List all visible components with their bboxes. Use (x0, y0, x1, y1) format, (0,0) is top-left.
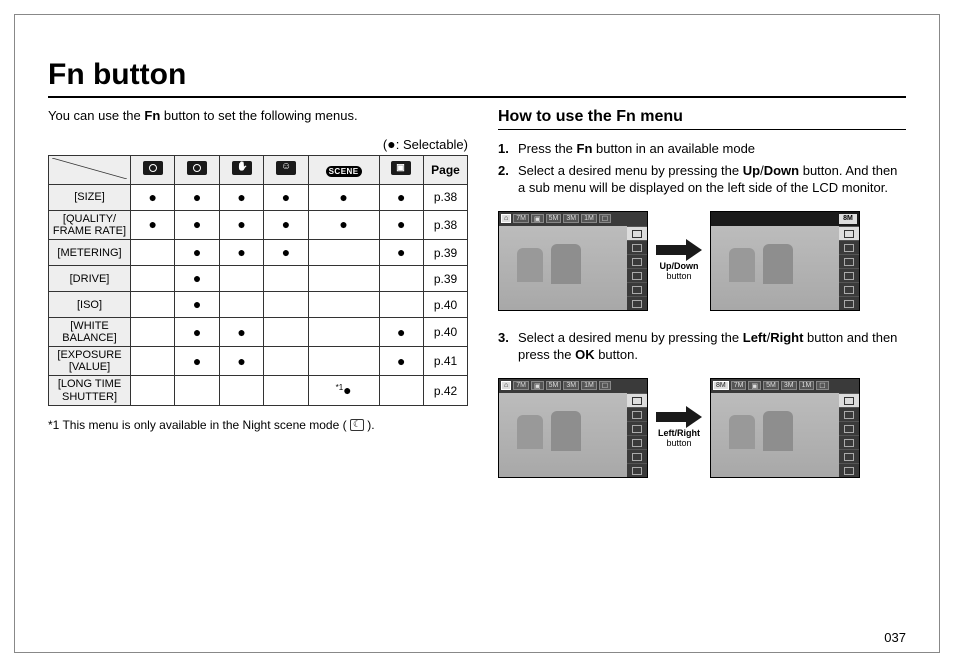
lcd-top-item: ☐ (816, 381, 828, 390)
dis-icon (232, 161, 252, 175)
lcd-top-item: ⌂ (501, 214, 511, 223)
lcd-photo (711, 226, 839, 310)
lcd-corner-badge: 8M (839, 214, 857, 224)
lcd-top-item: 7M (513, 214, 529, 223)
lcd-photo (499, 226, 627, 310)
movie-icon (391, 161, 411, 175)
lcd-sidebar (839, 226, 859, 310)
camera-auto-icon (143, 161, 163, 175)
lcd-sidebar (627, 393, 647, 477)
lcd-top-item: 3M (781, 381, 797, 390)
beauty-icon (276, 161, 296, 175)
lcd-top-item: 7M (731, 381, 747, 390)
lcd-top-item: 5M (546, 381, 562, 390)
lcd-sidebar (839, 393, 859, 477)
lcd-screenshot-2a: ⌂7M▣5M3M1M☐ (498, 378, 648, 478)
lcd-sidebar (627, 226, 647, 310)
lcd-top-item: 7M (513, 381, 529, 390)
lcd-topbar-dark (711, 212, 859, 226)
lcd-top-item: ▣ (748, 381, 761, 390)
lcd-photo (499, 393, 627, 477)
lcd-screenshot-1b: 8M (710, 211, 860, 311)
header-blank (49, 155, 131, 184)
lcd-top-item: ⌂ (501, 381, 511, 390)
lcd-top-item: ▣ (531, 214, 544, 223)
lcd-top-item: 5M (763, 381, 779, 390)
lcd-photo (711, 393, 839, 477)
lcd-top-item: 3M (563, 214, 579, 223)
lcd-top-item: ☐ (599, 214, 611, 223)
lcd-top-item: 8M (713, 381, 729, 390)
lcd-top-item: 1M (581, 214, 597, 223)
night-mode-icon (350, 419, 364, 431)
lcd-top-item: ☐ (599, 381, 611, 390)
lcd-top-item: 1M (581, 381, 597, 390)
lcd-top-item: ▣ (531, 381, 544, 390)
lcd-top-item: 5M (546, 214, 562, 223)
camera-program-icon (187, 161, 207, 175)
lcd-screenshot-1a: ⌂7M▣5M3M1M☐ (498, 211, 648, 311)
page-number: 037 (884, 630, 906, 645)
page-frame (14, 14, 940, 653)
lcd-top-item: 1M (799, 381, 815, 390)
lcd-screenshot-2b: 8M7M▣5M3M1M☐ (710, 378, 860, 478)
lcd-top-item: 3M (563, 381, 579, 390)
